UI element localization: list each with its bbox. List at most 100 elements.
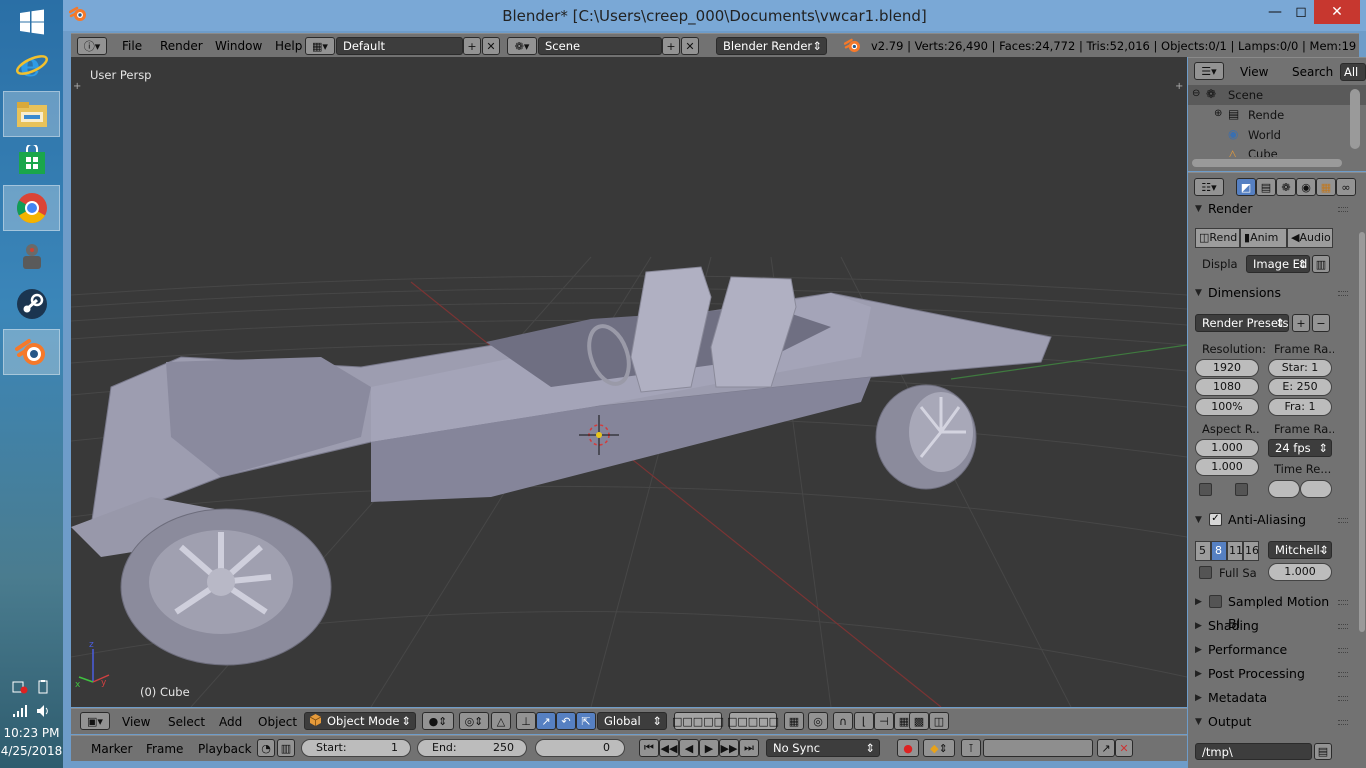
sampled-motion-blur-panel-header[interactable]: ▶ Sampled Motion Bl: [1188, 591, 1348, 631]
file-explorer-icon[interactable]: [3, 91, 60, 137]
snap-element-icon[interactable]: ⊣: [874, 712, 894, 730]
performance-panel-header[interactable]: ▶ Performance: [1188, 639, 1348, 661]
outliner-menu-view[interactable]: View: [1240, 65, 1268, 79]
minimize-button[interactable]: —: [1262, 0, 1288, 24]
layers-grid-b[interactable]: □□□□□: [727, 712, 779, 730]
editor-type-button[interactable]: ▣▾: [80, 712, 110, 730]
drag-grip-icon[interactable]: [1338, 696, 1348, 701]
aa-samples-8-button[interactable]: 8: [1211, 541, 1227, 561]
jump-start-button[interactable]: ⏮: [639, 739, 659, 757]
scene-field[interactable]: Scene: [538, 37, 662, 55]
collapse-icon[interactable]: ⊖: [1192, 88, 1200, 99]
end-frame-field[interactable]: End: 250: [417, 739, 527, 757]
outliner-editor-button[interactable]: ☰▾: [1194, 62, 1224, 80]
drag-grip-icon[interactable]: [1338, 518, 1348, 523]
drag-grip-icon[interactable]: [1338, 648, 1348, 653]
render-presets-dropdown[interactable]: Render Presets ⇕: [1195, 314, 1289, 332]
translate-manipulator-button[interactable]: ↗: [536, 712, 556, 730]
resolution-y-field[interactable]: 1080: [1195, 378, 1259, 396]
anti-aliasing-panel-header[interactable]: ▼ ✓ Anti-Aliasing: [1188, 509, 1348, 531]
aa-samples-5-button[interactable]: 5: [1195, 541, 1211, 561]
object-tab-icon[interactable]: ▦: [1316, 178, 1336, 196]
world-tab-icon[interactable]: ◉: [1296, 178, 1316, 196]
3d-viewport[interactable]: User Persp + + z x y (0) Cube: [71, 57, 1187, 707]
metadata-panel-header[interactable]: ▶ Metadata: [1188, 687, 1348, 709]
app-icon[interactable]: [4, 234, 59, 278]
aspect-y-field[interactable]: 1.000: [1195, 458, 1259, 476]
menu-object[interactable]: Object: [258, 715, 297, 729]
drag-grip-icon[interactable]: [1338, 624, 1348, 629]
layers-grid-a[interactable]: □□□□□: [672, 712, 724, 730]
anti-aliasing-checkbox[interactable]: ✓: [1209, 513, 1222, 526]
drag-grip-icon[interactable]: [1338, 600, 1348, 605]
battery-icon[interactable]: [36, 680, 52, 697]
shading-panel-header[interactable]: ▶ Shading: [1188, 615, 1348, 637]
jump-keyframe-back-button[interactable]: ◀◀: [659, 739, 679, 757]
outliner-row-world[interactable]: ◉ World: [1188, 125, 1366, 145]
aa-samples-16-button[interactable]: 16: [1243, 541, 1259, 561]
add-layout-button[interactable]: +: [463, 37, 481, 55]
folder-browse-icon[interactable]: ▤: [1314, 743, 1332, 760]
menu-frame[interactable]: Frame: [146, 742, 183, 756]
add-preset-button[interactable]: +: [1292, 314, 1310, 332]
menu-add[interactable]: Add: [219, 715, 242, 729]
play-button[interactable]: ▶: [699, 739, 719, 757]
delete-layout-button[interactable]: ✕: [482, 37, 500, 55]
clock-time[interactable]: 10:23 PM: [0, 726, 63, 740]
dimensions-panel-header[interactable]: ▼ Dimensions: [1188, 282, 1348, 304]
frame-step-field[interactable]: Fra: 1: [1268, 398, 1332, 416]
sync-dropdown[interactable]: No Sync ⇕: [766, 739, 880, 757]
full-sample-checkbox[interactable]: [1199, 566, 1212, 579]
menu-file[interactable]: File: [122, 39, 142, 53]
play-reverse-button[interactable]: ◀: [679, 739, 699, 757]
resolution-percentage-field[interactable]: 100%: [1195, 398, 1259, 416]
delete-keyframe-button[interactable]: ✕: [1115, 739, 1133, 757]
render-engine-dropdown[interactable]: Blender Render ⇕: [716, 37, 827, 55]
output-panel-header[interactable]: ▼ Output: [1188, 711, 1348, 733]
rotate-manipulator-button[interactable]: ↶: [556, 712, 576, 730]
jump-keyframe-forward-button[interactable]: ▶▶: [719, 739, 739, 757]
remove-preset-button[interactable]: −: [1312, 314, 1330, 332]
time-remap-old-field[interactable]: [1268, 480, 1300, 498]
screen-layout-icon[interactable]: ▦▾: [305, 37, 335, 55]
scene-icon[interactable]: ❁▾: [507, 37, 537, 55]
drag-grip-icon[interactable]: [1338, 291, 1348, 296]
screen-layout-field[interactable]: Default: [336, 37, 463, 55]
drag-grip-icon[interactable]: [1338, 207, 1348, 212]
pivot-point-button[interactable]: ◎⇕: [459, 712, 489, 730]
menu-view[interactable]: View: [122, 715, 150, 729]
outliner-horizontal-scrollbar[interactable]: [1192, 159, 1342, 167]
outliner-row-render[interactable]: ⊕ ▤ Rende: [1188, 105, 1366, 125]
keying-set-icon[interactable]: ◆ ⇕: [923, 739, 955, 757]
display-dropdown[interactable]: Image Ed ⇕: [1246, 255, 1310, 273]
drag-grip-icon[interactable]: [1338, 720, 1348, 725]
menu-window[interactable]: Window: [215, 39, 262, 53]
clock-date[interactable]: 4/25/2018: [0, 744, 63, 758]
orientation-dropdown[interactable]: Global ⇕: [597, 712, 667, 730]
outliner-row-cube[interactable]: △ Cube: [1188, 145, 1366, 157]
outliner-vertical-scrollbar[interactable]: [1350, 89, 1360, 149]
render-opengl-icon[interactable]: ▩: [909, 712, 929, 730]
render-animation-button[interactable]: ▮Anim: [1240, 228, 1287, 248]
scale-manipulator-button[interactable]: ⇱: [576, 712, 596, 730]
windows-icon[interactable]: [4, 0, 59, 44]
menu-marker[interactable]: Marker: [91, 742, 132, 756]
menu-playback[interactable]: Playback: [198, 742, 252, 756]
network-warning-icon[interactable]: [12, 680, 28, 697]
blender-icon[interactable]: [3, 329, 60, 375]
outliner-row-scene[interactable]: ⊖ ❁ Scene: [1188, 85, 1366, 105]
proportional-edit-icon[interactable]: ◎: [808, 712, 828, 730]
render-tab-icon[interactable]: ◩: [1236, 178, 1256, 196]
menu-render[interactable]: Render: [160, 39, 203, 53]
render-image-button[interactable]: ◫Rend: [1195, 228, 1240, 248]
properties-scrollbar[interactable]: [1359, 232, 1365, 632]
crop-checkbox[interactable]: [1235, 483, 1248, 496]
render-audio-button[interactable]: ◀Audio: [1287, 228, 1333, 248]
outliner-menu-search[interactable]: Search: [1292, 65, 1333, 79]
maximize-button[interactable]: ◻: [1288, 0, 1314, 24]
lock-icon[interactable]: ▥: [277, 739, 295, 757]
jump-end-button[interactable]: ⏭: [739, 739, 759, 757]
scene-tab-icon[interactable]: ❁: [1276, 178, 1296, 196]
lock-interface-icon[interactable]: ▥: [1312, 255, 1330, 273]
filter-size-field[interactable]: 1.000: [1268, 563, 1332, 581]
